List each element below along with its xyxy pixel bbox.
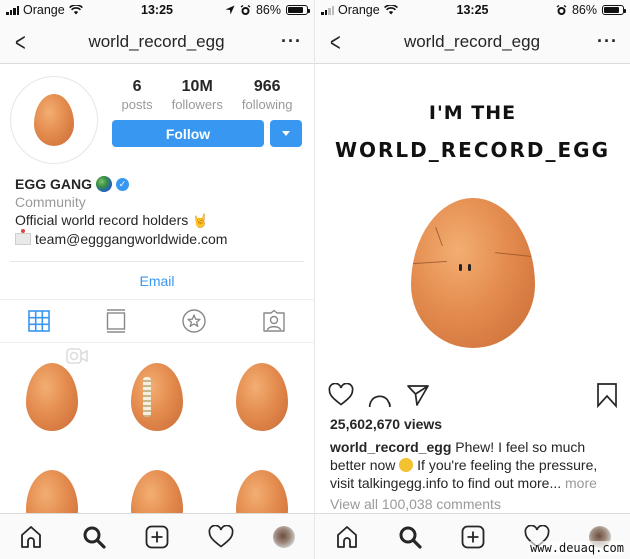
profile-category: Community [15,194,86,210]
profile-screen: Orange 13:25 86% < world_record_egg ··· … [0,0,315,559]
grid-post[interactable] [0,344,104,450]
post-screen: Orange 13:25 86% < world_record_egg ··· … [315,0,630,559]
tab-tagged[interactable] [262,309,286,333]
status-bar: Orange 13:25 86% [315,0,630,20]
profile-avatar[interactable] [272,525,295,548]
tagged-icon [263,309,285,332]
egg-image [34,94,74,146]
rock-hand-emoji-icon: 🤘 [192,213,209,228]
add-post-icon[interactable] [461,525,485,549]
email-contact-row: Email [10,261,304,299]
search-icon[interactable] [82,525,106,549]
email-button[interactable]: Email [139,273,174,289]
battery-icon [286,5,310,15]
comment-icon[interactable] [368,383,392,407]
stat-followers[interactable]: 10M followers [172,78,223,112]
tab-feed[interactable] [106,309,126,333]
nav-bar: < world_record_egg ··· [0,20,314,64]
nav-bar: < world_record_egg ··· [315,20,630,64]
view-all-comments-link[interactable]: View all 100,038 comments [315,492,630,512]
battery-percent: 86% [571,3,597,17]
follow-button[interactable]: Follow [112,120,264,147]
location-icon [225,5,235,15]
battery-percent: 86% [255,3,281,17]
post-actions [315,374,630,416]
heart-icon[interactable] [208,524,234,549]
feed-icon [106,309,126,333]
display-name: EGG GANG [15,176,93,192]
like-heart-icon[interactable] [328,383,354,407]
caption-more-link[interactable]: more [565,475,597,491]
verified-badge-icon: ✓ [116,177,130,191]
egg-with-face [411,198,535,348]
egg-image [236,363,288,431]
alarm-icon [240,4,251,15]
profile-bio: EGG GANG ✓ Community Official world reco… [0,164,314,248]
image-text-line1: I'M THE [428,102,517,124]
profile-avatar[interactable] [10,76,98,164]
profile-tabs [0,299,314,343]
caption-username[interactable]: world_record_egg [330,439,451,455]
egg-image [26,363,78,431]
wifi-icon [68,5,83,15]
back-button[interactable]: < [15,29,29,55]
video-icon [66,348,88,364]
alarm-icon [556,4,567,15]
globe-emoji-icon [96,176,113,192]
stat-following[interactable]: 966 following [242,78,293,112]
profile-header: 6 posts 10M followers 966 following Foll… [0,64,314,164]
egg-image [411,198,535,348]
add-post-icon[interactable] [145,525,169,549]
image-text-line2: WORLD_RECORD_EGG [334,138,611,162]
bookmark-icon[interactable] [596,382,618,408]
more-options-button[interactable]: ··· [281,31,302,52]
share-direct-icon[interactable] [406,383,430,407]
egg-image [131,363,183,431]
home-icon[interactable] [335,525,359,549]
tab-saved[interactable] [182,309,206,333]
stat-posts[interactable]: 6 posts [122,78,153,112]
grid-icon [28,310,50,332]
post-image[interactable]: I'M THE WORLD_RECORD_EGG [315,64,630,374]
wifi-icon [383,5,398,15]
star-icon [182,309,206,333]
battery-icon [602,5,626,15]
caret-down-icon [282,131,290,136]
grid-post[interactable] [105,344,209,450]
smiling-emoji-icon [399,458,414,472]
carrier-label: Orange [23,3,65,17]
carrier-label: Orange [338,3,380,17]
bottom-tab-bar [0,513,314,559]
post-caption: world_record_egg Phew! I feel so much be… [315,432,630,492]
signal-icon [321,5,334,15]
status-bar: Orange 13:25 86% [0,0,314,20]
suggested-dropdown-button[interactable] [270,120,302,147]
grid-post[interactable] [210,344,314,450]
bio-line: Official world record holders [15,212,189,228]
signal-icon [6,5,19,15]
profile-username-title: world_record_egg [88,31,225,51]
search-icon[interactable] [398,525,422,549]
home-icon[interactable] [19,525,43,549]
tab-grid[interactable] [28,310,50,332]
post-username-title: world_record_egg [403,31,541,51]
watermark: www.deuaq.com [530,541,624,555]
football-laces [143,377,151,417]
bio-email: team@egggangworldwide.com [35,231,228,247]
profile-stats: 6 posts 10M followers 966 following [112,76,302,112]
view-count[interactable]: 25,602,670 views [315,416,630,432]
back-button[interactable]: < [330,29,344,55]
egg-eyes [459,264,471,271]
envelope-emoji-icon [15,229,31,245]
more-options-button[interactable]: ··· [597,31,618,52]
